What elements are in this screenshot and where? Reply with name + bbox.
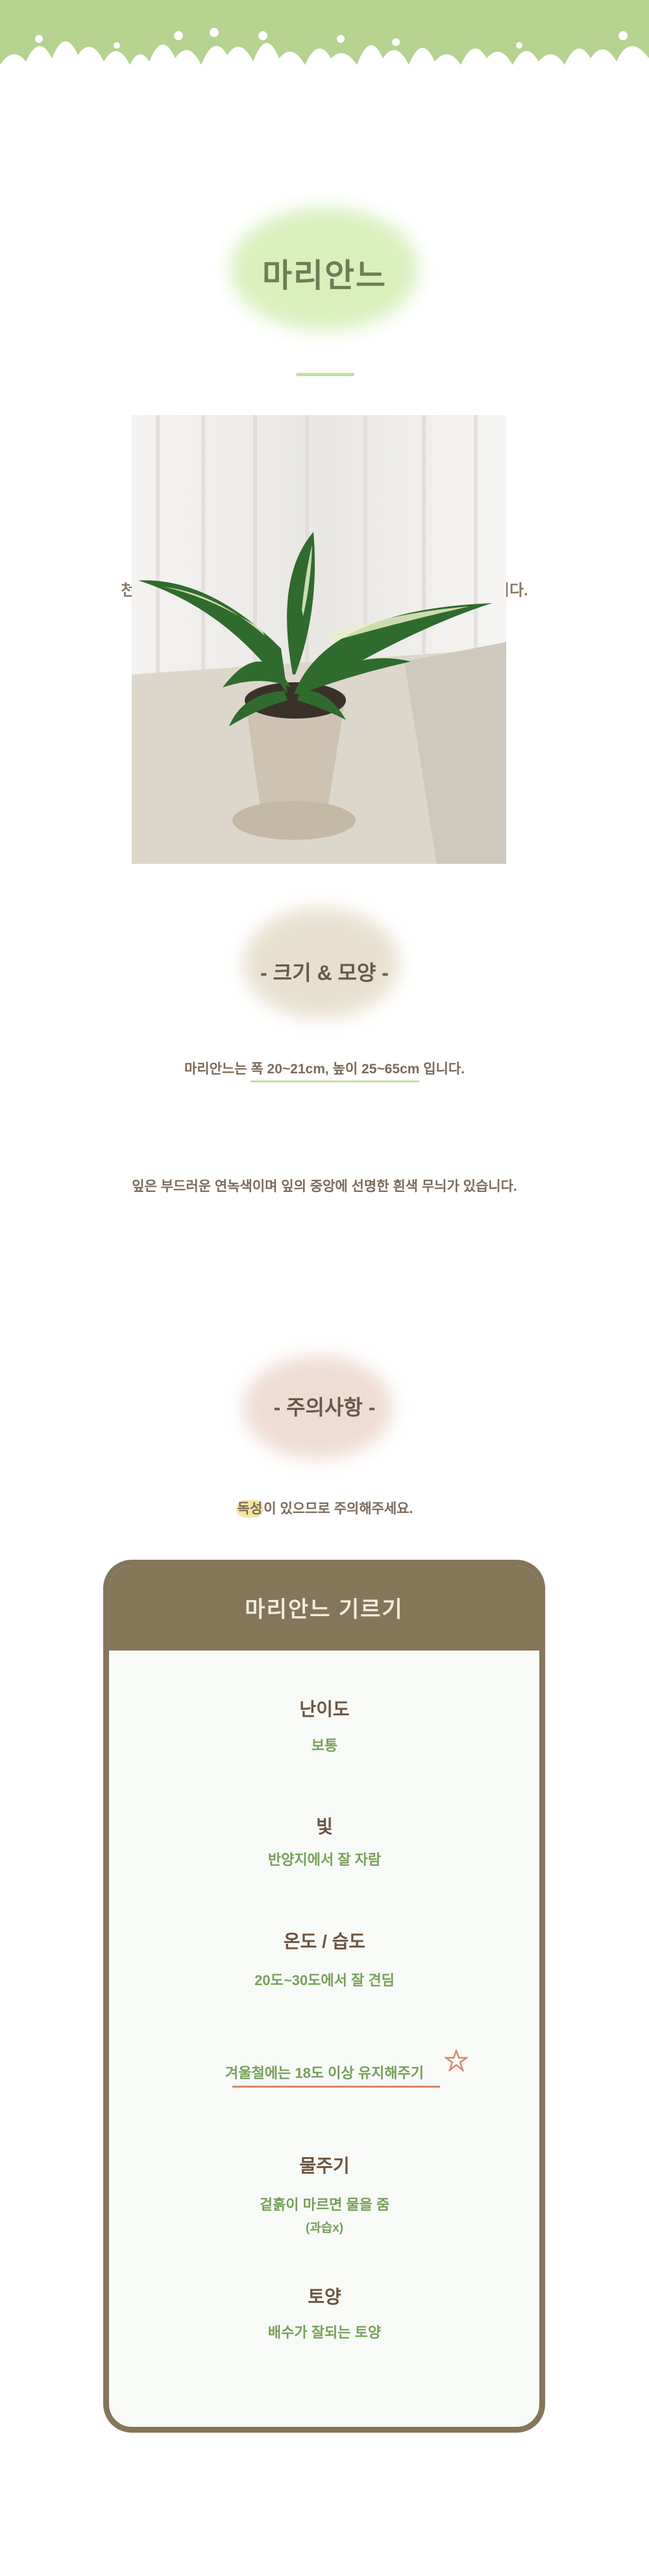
care-value: 20도~30도에서 잘 견딤 [254, 1972, 395, 1988]
size-text: 마리안느는 폭 20~21cm, 높이 25~65cm 입니다. [0, 1058, 649, 1082]
leaf-text: 잎은 부드러운 연녹색이며 잎의 중앙에 선명한 흰색 무늬가 있습니다. [132, 1179, 517, 1194]
caution-text: 독성이 있으므로 주의해주세요. [0, 1498, 649, 1518]
star-icon [445, 2049, 468, 2071]
caution-rest: 이 있으므로 주의해주세요. [263, 1501, 413, 1516]
care-value: 배수가 잘되는 토양 [267, 2324, 382, 2341]
care-value: 보통 [311, 1737, 338, 1754]
plant-photo [132, 415, 506, 864]
plant-image [132, 415, 506, 864]
note-underline [232, 2086, 440, 2088]
grass-silhouette-icon [0, 28, 649, 82]
care-note: 겨울철에는 18도 이상 유지해주기 [225, 2065, 424, 2081]
care-card-title: 마리안느 기르기 [109, 1566, 539, 1651]
size-suffix: 입니다. [419, 1062, 465, 1077]
care-value: 반양지에서 잘 자람 [267, 1852, 382, 1868]
size-prefix: 마리안느는 [184, 1062, 251, 1077]
care-label: 난이도 [299, 1699, 350, 1719]
caution-heading: - 주의사항 - [273, 1396, 376, 1419]
care-label: 온도 / 습도 [283, 1931, 366, 1951]
care-note: (과습x) [305, 2221, 344, 2235]
care-label: 물주기 [299, 2156, 350, 2176]
divider [296, 373, 354, 376]
size-highlight: 폭 20~21cm, 높이 25~65cm [251, 1062, 420, 1082]
page-title: 마리안느 [262, 257, 387, 294]
care-label: 빛 [316, 1817, 333, 1837]
care-value: 겉흙이 마르면 물을 줌 [259, 2197, 390, 2213]
size-heading: - 크기 & 모양 - [260, 961, 389, 984]
grass-banner [0, 0, 649, 82]
toxicity-highlight: 독성 [236, 1500, 264, 1518]
care-label: 토양 [308, 2287, 341, 2307]
